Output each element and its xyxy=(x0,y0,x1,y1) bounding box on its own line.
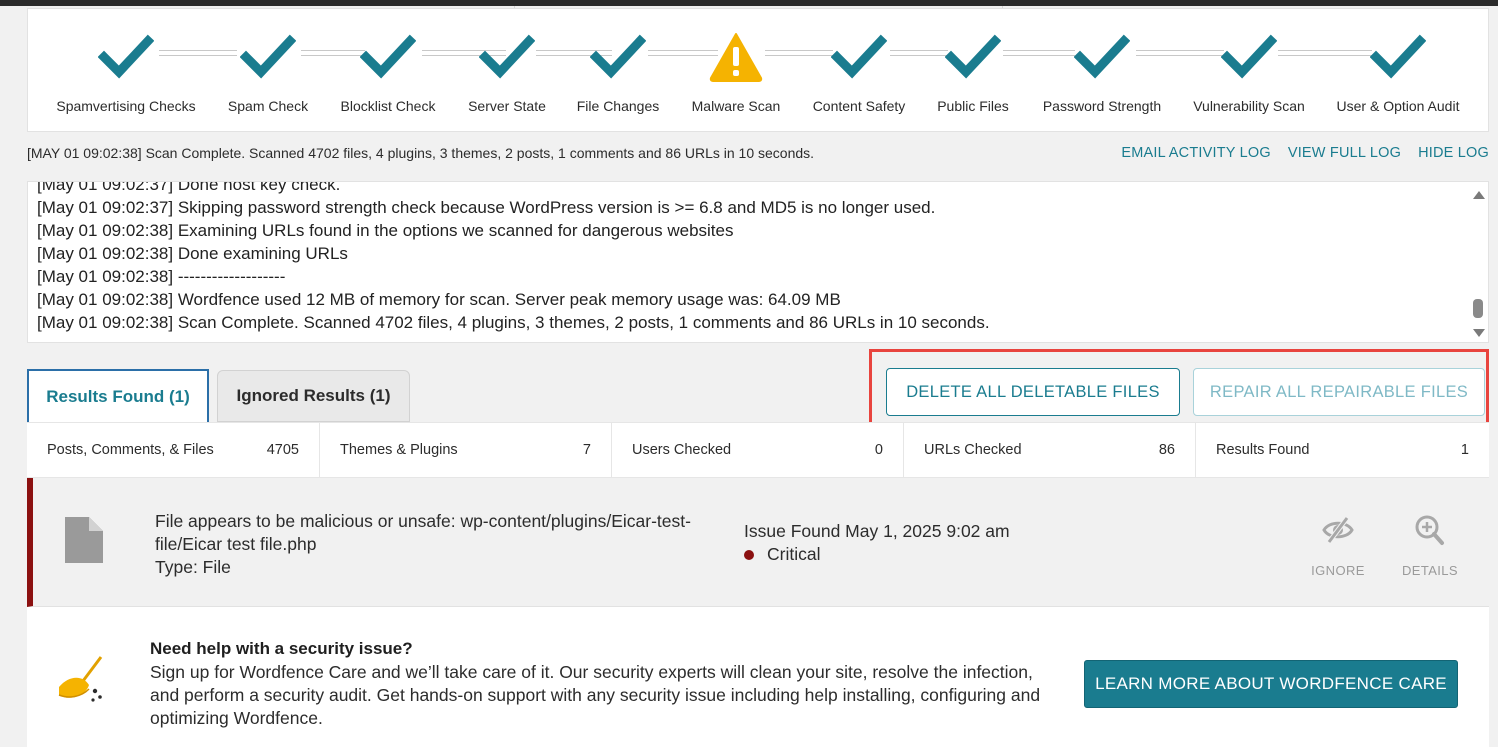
repair-all-repairable-files-button[interactable]: REPAIR ALL REPAIRABLE FILES xyxy=(1193,368,1485,416)
stat-posts-comments-files: Posts, Comments, & Files 4705 xyxy=(27,423,320,478)
scan-status-row: [MAY 01 09:02:38] Scan Complete. Scanned… xyxy=(27,144,1489,164)
stat-label: Results Found xyxy=(1216,442,1310,458)
checkmark-icon xyxy=(831,34,887,79)
log-lines: [May 01 09:02:37] Done host key check. [… xyxy=(37,181,990,334)
details-label: DETAILS xyxy=(1401,563,1459,578)
learn-more-wordfence-care-button[interactable]: LEARN MORE ABOUT WORDFENCE CARE xyxy=(1084,660,1458,708)
stat-value: 1 xyxy=(1460,442,1469,458)
checkmark-icon xyxy=(479,34,535,79)
stage-label: Vulnerability Scan xyxy=(1193,98,1305,114)
issue-title-line: file/Eicar test file.php xyxy=(155,534,317,554)
stat-value: 86 xyxy=(1158,442,1175,458)
stat-label: Themes & Plugins xyxy=(340,442,458,458)
stat-value: 4705 xyxy=(266,442,299,458)
care-title: Need help with a security issue? xyxy=(150,639,413,658)
ignore-label: IGNORE xyxy=(1311,563,1365,578)
log-line: [May 01 09:02:38] Examining URLs found i… xyxy=(37,221,734,240)
ignore-issue-button[interactable]: IGNORE xyxy=(1306,514,1370,578)
checkmark-icon xyxy=(1074,34,1130,79)
issue-type: Type: File xyxy=(155,557,231,577)
stat-users-checked: Users Checked 0 xyxy=(612,423,904,478)
scan-stage: Public Files xyxy=(898,9,1048,133)
stat-value: 0 xyxy=(874,442,883,458)
scan-stage: User & Option Audit xyxy=(1323,9,1473,133)
scan-stage: Password Strength xyxy=(1027,9,1177,133)
warning-icon xyxy=(709,33,763,82)
scroll-down-arrow-icon[interactable] xyxy=(1473,329,1485,337)
scan-stage: Spamvertising Checks xyxy=(51,9,201,133)
stage-label: Public Files xyxy=(937,98,1009,114)
stage-label: User & Option Audit xyxy=(1336,98,1460,114)
delete-all-deletable-files-button[interactable]: DELETE ALL DELETABLE FILES xyxy=(886,368,1180,416)
stat-label: URLs Checked xyxy=(924,442,1022,458)
stat-themes-plugins: Themes & Plugins 7 xyxy=(320,423,612,478)
scan-stats-bar: Posts, Comments, & Files 4705 Themes & P… xyxy=(27,422,1489,478)
scan-stages-panel: Spamvertising Checks Spam Check Blocklist … xyxy=(27,8,1489,132)
tab-results-found[interactable]: Results Found (1) xyxy=(27,369,209,423)
wordfence-care-promo: Need help with a security issue? Sign up… xyxy=(27,607,1489,747)
stat-urls-checked: URLs Checked 86 xyxy=(904,423,1196,478)
severity-dot-icon xyxy=(744,549,754,560)
stage-label: Password Strength xyxy=(1042,98,1162,114)
log-line: [May 01 09:02:38] Scan Complete. Scanned… xyxy=(37,313,990,332)
issue-severity: Critical xyxy=(744,544,820,565)
checkmark-icon xyxy=(1370,34,1426,79)
severity-label: Critical xyxy=(767,544,821,564)
file-icon xyxy=(65,517,103,563)
eye-slash-icon xyxy=(1322,516,1354,544)
stat-label: Posts, Comments, & Files xyxy=(47,442,214,458)
issue-details-button[interactable]: DETAILS xyxy=(1398,514,1462,578)
log-scrollbar[interactable] xyxy=(1468,182,1488,342)
broom-icon xyxy=(58,656,103,702)
checkmark-icon xyxy=(1221,34,1277,79)
issue-found-date: Issue Found May 1, 2025 9:02 am xyxy=(744,521,1010,541)
checkmark-icon xyxy=(98,34,154,79)
issue-description: File appears to be malicious or unsafe: … xyxy=(155,510,725,579)
care-line: Sign up for Wordfence Care and we’ll tak… xyxy=(150,662,1033,682)
care-description: Sign up for Wordfence Care and we’ll tak… xyxy=(150,661,1060,730)
scan-stage: Vulnerability Scan xyxy=(1174,9,1324,133)
stage-label: Spamvertising Checks xyxy=(56,98,196,114)
hide-log-link[interactable]: HIDE LOG xyxy=(1418,145,1489,161)
care-line: and perform a security audit. Get hands-… xyxy=(150,685,1041,705)
stat-results-found: Results Found 1 xyxy=(1196,423,1489,478)
checkmark-icon xyxy=(240,34,296,79)
care-line: optimizing Wordfence. xyxy=(150,708,323,728)
scroll-thumb[interactable] xyxy=(1473,299,1483,318)
checkmark-icon xyxy=(945,34,1001,79)
tab-ignored-results[interactable]: Ignored Results (1) xyxy=(217,370,410,422)
scan-status-text: [MAY 01 09:02:38] Scan Complete. Scanned… xyxy=(27,145,815,161)
zoom-in-icon xyxy=(1415,515,1444,545)
checkmark-icon xyxy=(360,34,416,79)
issue-row[interactable]: File appears to be malicious or unsafe: … xyxy=(27,478,1489,607)
stat-label: Users Checked xyxy=(632,442,732,458)
log-line: [May 01 09:02:38] ------------------- xyxy=(37,267,286,286)
scan-log[interactable]: [May 01 09:02:37] Done host key check. [… xyxy=(27,181,1489,343)
email-activity-log-link[interactable]: EMAIL ACTIVITY LOG xyxy=(1121,145,1270,161)
log-line: [May 01 09:02:37] Done host key check. xyxy=(37,181,341,194)
log-line: [May 01 09:02:38] Done examining URLs xyxy=(37,244,348,263)
issue-title-line: File appears to be malicious or unsafe: … xyxy=(155,511,691,531)
log-line: [May 01 09:02:37] Skipping password stre… xyxy=(37,198,936,217)
scroll-up-arrow-icon[interactable] xyxy=(1473,191,1485,199)
log-links: EMAIL ACTIVITY LOG VIEW FULL LOG HIDE LO… xyxy=(1121,145,1489,161)
log-line: [May 01 09:02:38] Wordfence used 12 MB o… xyxy=(37,290,841,309)
checkmark-icon xyxy=(590,34,646,79)
view-full-log-link[interactable]: VIEW FULL LOG xyxy=(1288,145,1401,161)
stat-value: 7 xyxy=(582,442,591,458)
